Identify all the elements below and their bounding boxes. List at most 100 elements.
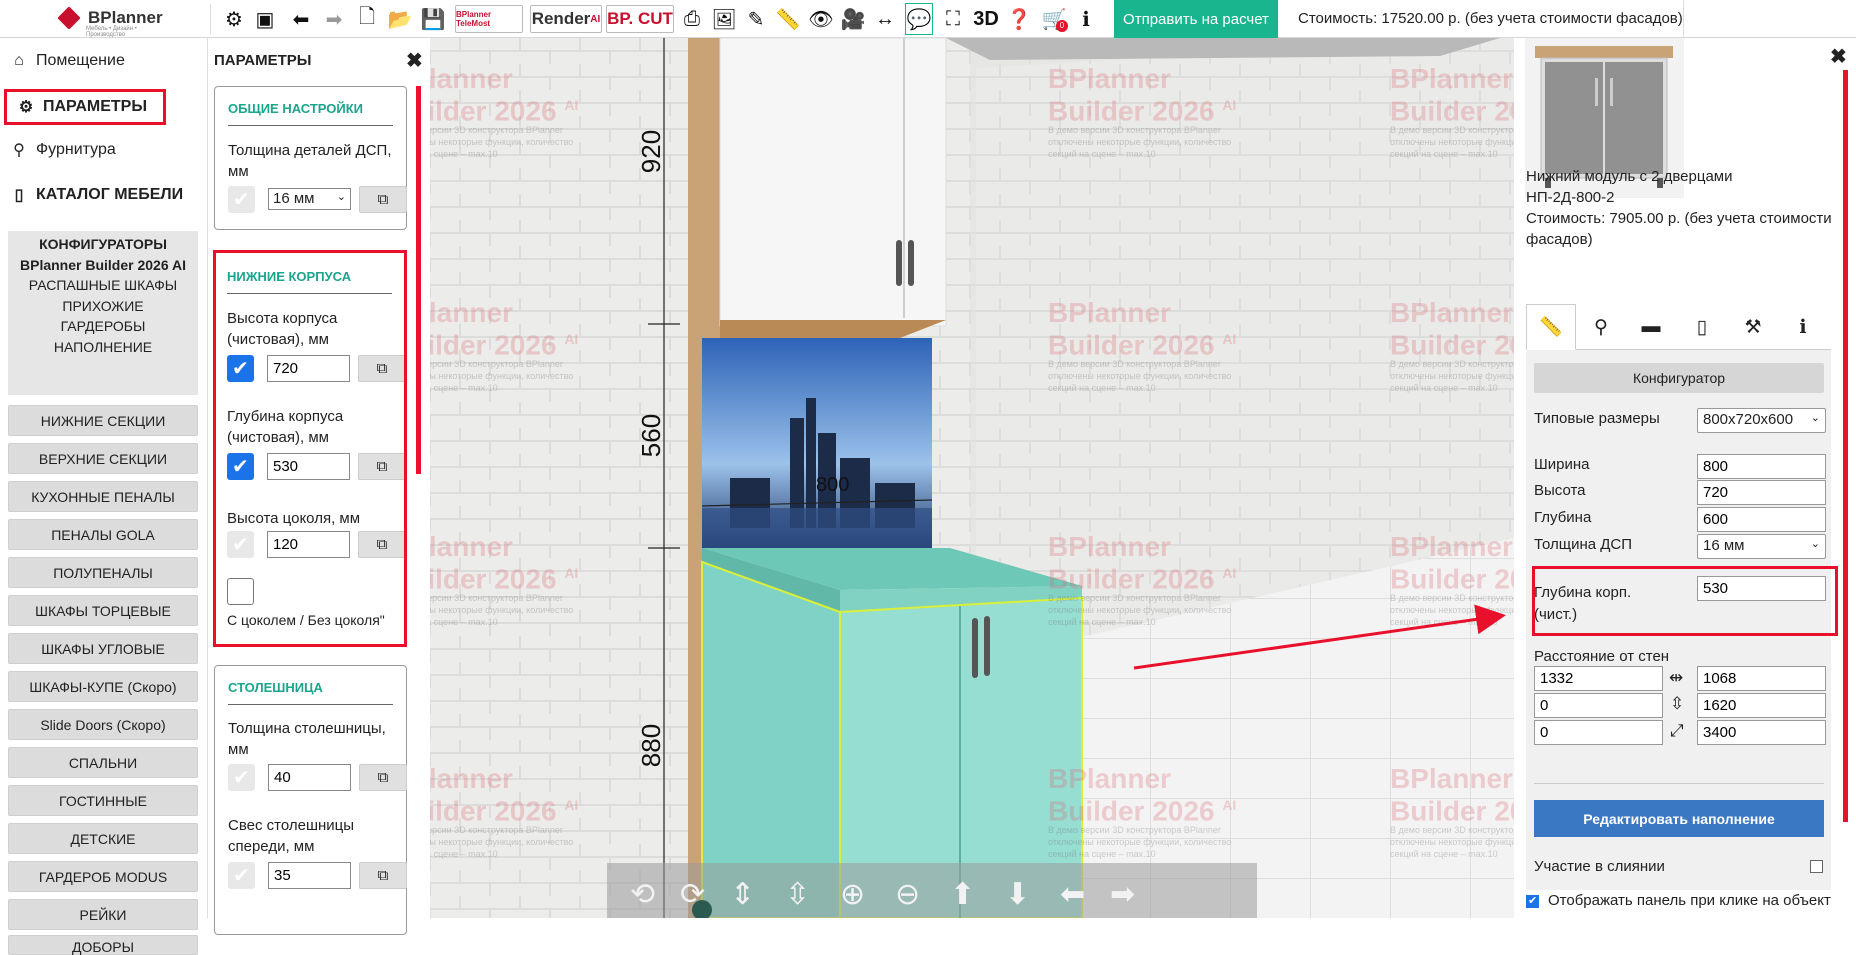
cart-icon[interactable]: 🛒 0 (1040, 4, 1068, 34)
svg-text:⊕: ⊕ (840, 878, 865, 911)
close-icon[interactable]: ✖ (406, 48, 423, 73)
height-input[interactable] (1697, 480, 1826, 505)
sd-card-icon[interactable]: ▣ (254, 4, 276, 34)
params-title: ПАРАМЕТРЫ (214, 52, 312, 69)
dimension-920: 920 (636, 129, 667, 174)
dsp-thickness-value: 16 мм (1703, 537, 1745, 554)
configurator-filling[interactable]: НАПОЛНЕНИЕ (8, 337, 198, 358)
video-camera-icon[interactable]: 🎥 (840, 4, 866, 34)
tab-info[interactable]: ℹ (1778, 304, 1828, 350)
wall-distance-left-input[interactable] (1534, 666, 1663, 691)
watermark: BPlannerBuilder 2026 AIВ демо версии 3D … (1390, 63, 1514, 160)
pencil-icon[interactable]: ✎ (744, 4, 768, 34)
worktop-overhang-checkbox[interactable] (228, 862, 255, 889)
category-sliding-wardrobes[interactable]: ШКАФЫ-КУПЕ (Скоро) (8, 671, 198, 702)
category-lower-sections[interactable]: НИЖНИЕ СЕКЦИИ (8, 405, 198, 436)
typical-sizes-value: 800x720x600 (1703, 411, 1794, 428)
category-extras[interactable]: ДОБОРЫ (8, 935, 198, 955)
tab-facade[interactable]: ▬ (1626, 304, 1676, 350)
configurators-block[interactable]: КОНФИГУРАТОРЫ BPlanner Builder 2026 AI Р… (8, 231, 198, 395)
dsp-thickness-checkbox[interactable] (228, 186, 255, 213)
watermark: BPlannerBuilder 2026 AIВ демо версии 3D … (1048, 531, 1237, 628)
nav-hardware[interactable]: ⚲ Фурнитура (0, 132, 207, 168)
chat-icon[interactable]: 💬 (905, 3, 933, 35)
send-for-calculation-button[interactable]: Отправить на расчет (1114, 0, 1278, 38)
eye-icon[interactable]: 👁 (808, 4, 834, 34)
typical-sizes-select[interactable]: 800x720x600 ⌄ (1697, 408, 1826, 433)
tab-dimensions[interactable]: 📏 (1526, 304, 1576, 350)
copy-button[interactable]: ⧉ (359, 862, 407, 889)
category-upper-sections[interactable]: ВЕРХНИЕ СЕКЦИИ (8, 443, 198, 474)
dsp-thickness-select[interactable]: 16 мм ⌄ (1697, 534, 1826, 559)
depth-label: Глубина (1534, 509, 1592, 526)
category-slide-doors[interactable]: Slide Doors (Скоро) (8, 709, 198, 740)
show-panel-checkbox[interactable] (1526, 894, 1539, 908)
category-kitchen-tall[interactable]: КУХОННЫЕ ПЕНАЛЫ (8, 481, 198, 512)
nav-room[interactable]: ⌂ Помещение (0, 43, 207, 79)
info-icon[interactable]: ℹ (1074, 4, 1098, 34)
wall-distance-back-input[interactable] (1534, 720, 1663, 745)
ruler-icon[interactable]: 📏 (776, 4, 801, 34)
help-icon[interactable]: ❓ (1007, 4, 1032, 34)
fullscreen-icon[interactable]: ⛶ (940, 4, 966, 34)
category-rails[interactable]: РЕЙКИ (8, 899, 198, 930)
merge-checkbox[interactable] (1810, 860, 1823, 873)
cart-count-badge: 0 (1056, 20, 1068, 32)
open-folder-icon[interactable]: 📂 (386, 4, 414, 34)
nav-catalog[interactable]: ▯ КАТАЛОГ МЕБЕЛИ (0, 177, 207, 213)
telemost-button[interactable]: BPlanner TeleMost (455, 5, 523, 33)
configurator-swing-wardrobes[interactable]: РАСПАШНЫЕ ШКАФЫ (8, 275, 198, 296)
bp-cut-button[interactable]: BP. CUT (606, 5, 674, 33)
tab-tools[interactable]: ⚒ (1728, 304, 1778, 350)
copy-button[interactable]: ⧉ (359, 186, 407, 213)
depth-input[interactable] (1697, 507, 1826, 532)
bplanner-logo[interactable]: BPlanner Мебель • Дизайн • Производство (57, 4, 163, 38)
worktop-thickness-label: Толщина столешницы, мм (228, 720, 386, 758)
category-half-tall[interactable]: ПОЛУПЕНАЛЫ (8, 557, 198, 588)
close-icon[interactable]: ✖ (1830, 44, 1847, 69)
redo-arrow-icon[interactable]: ➡ (321, 4, 347, 34)
wall-distance-right-input[interactable] (1697, 666, 1826, 691)
dsp-thickness-select[interactable]: 16 мм ⌄ (268, 188, 351, 210)
configurator-builder[interactable]: BPlanner Builder 2026 AI (8, 255, 198, 276)
category-corner-cabinets[interactable]: ШКАФЫ УГЛОВЫЕ (8, 633, 198, 664)
properties-scrollbar[interactable] (1843, 70, 1848, 822)
params-scrollbar[interactable] (416, 86, 421, 474)
worktop-thickness-checkbox[interactable] (228, 764, 255, 791)
configurator-wardrobes[interactable]: ГАРДЕРОБЫ (8, 316, 198, 337)
wall-distance-ceiling-input[interactable] (1697, 693, 1826, 718)
configurator-button[interactable]: Конфигуратор (1534, 363, 1824, 393)
category-kids[interactable]: ДЕТСКИЕ (8, 823, 198, 854)
3d-viewport[interactable]: ⟲⟳⇕⇳ ⊕⊖⬆⬇⬅➡ 920 560 880 800 BPlannerBuil… (430, 38, 1514, 918)
edit-filling-button[interactable]: Редактировать наполнение (1534, 800, 1824, 837)
undo-arrow-icon[interactable]: ⬅ (288, 4, 314, 34)
width-input[interactable] (1697, 454, 1826, 479)
wall-distance-floor-input[interactable] (1534, 693, 1663, 718)
category-bedrooms[interactable]: СПАЛЬНИ (8, 747, 198, 778)
category-living-rooms[interactable]: ГОСТИННЫЕ (8, 785, 198, 816)
image-icon[interactable]: 🖼 (711, 4, 736, 34)
height-label: Высота (1534, 482, 1586, 499)
print-icon[interactable]: ⎙ (680, 4, 704, 34)
tab-door[interactable]: ▯ (1677, 304, 1727, 350)
nav-params[interactable]: ⚙ ПАРАМЕТРЫ (4, 89, 166, 125)
category-modus-wardrobe[interactable]: ГАРДЕРОБ MODUS (8, 861, 198, 892)
worktop-overhang-input[interactable] (268, 862, 351, 889)
nav-catalog-label: КАТАЛОГ МЕБЕЛИ (36, 186, 184, 203)
chevron-down-icon: ⌄ (1810, 538, 1820, 550)
category-end-cabinets[interactable]: ШКАФЫ ТОРЦЕВЫЕ (8, 595, 198, 626)
category-gola-tall[interactable]: ПЕНАЛЫ GOLA (8, 519, 198, 550)
view-3d-button[interactable]: 3D (970, 4, 1002, 34)
render-label: Render (531, 9, 591, 28)
copy-button[interactable]: ⧉ (359, 764, 407, 791)
horizontal-resize-icon[interactable]: ↔ (872, 4, 898, 34)
tab-hardware[interactable]: ⚲ (1576, 304, 1626, 350)
save-icon[interactable]: 💾 (420, 4, 446, 34)
new-file-icon[interactable]: 🗋 (356, 4, 378, 34)
wall-distance-front-input[interactable] (1697, 720, 1826, 745)
settings-gear-icon[interactable]: ⚙ (222, 4, 246, 34)
configurator-hallways[interactable]: ПРИХОЖИЕ (8, 296, 198, 317)
nav-hardware-label: Фурнитура (36, 141, 116, 158)
render-ai-button[interactable]: Render AI (530, 5, 602, 33)
worktop-thickness-input[interactable] (268, 764, 351, 791)
